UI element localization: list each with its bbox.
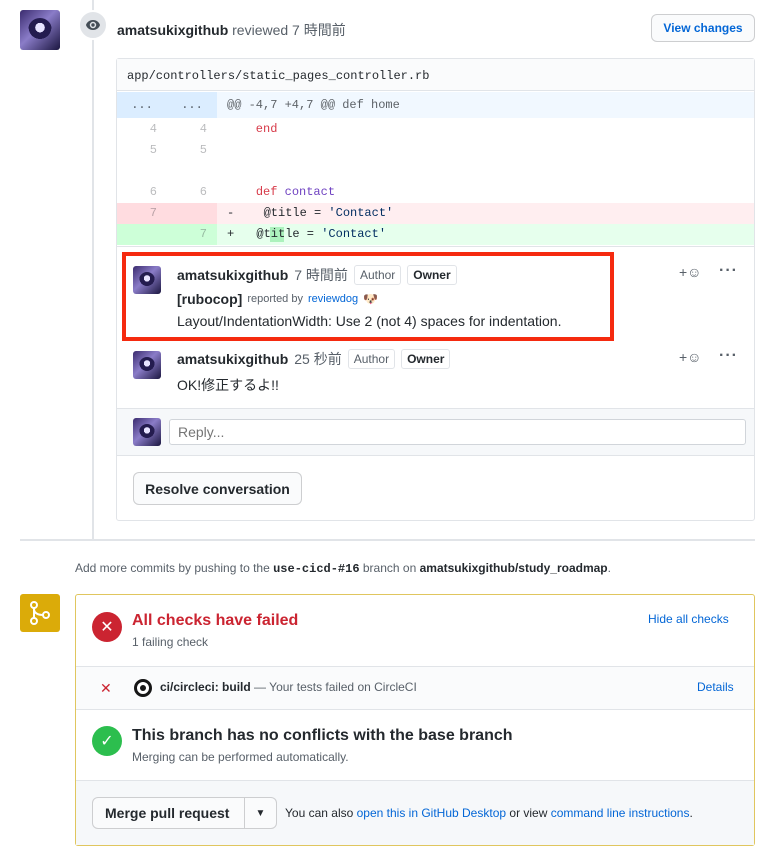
highlight-annotation <box>122 252 614 341</box>
old-line-number[interactable]: 4 <box>117 119 167 140</box>
more-options-icon[interactable]: ··· <box>719 347 738 365</box>
add-reaction-icon[interactable]: +☺ <box>679 264 701 280</box>
author-label: Author <box>347 349 396 369</box>
push-hint: Add more commits by pushing to the use-c… <box>75 561 611 576</box>
diff-line-added: 7 + @title = 'Contact' <box>117 224 754 245</box>
branch-name: use-cicd-#16 <box>273 562 360 576</box>
file-path[interactable]: app/controllers/static_pages_controller.… <box>117 59 754 91</box>
more-options-icon[interactable]: ··· <box>719 262 738 280</box>
old-line-number[interactable]: 5 <box>117 140 167 161</box>
code-line: def contact <box>255 185 336 199</box>
diff-line-deleted: 7 - @title = 'Contact' <box>117 203 754 224</box>
check-description: — Your tests failed on CircleCI <box>254 680 417 694</box>
hunk-header-row: ... ... @@ -4,7 +4,7 @@ def home <box>117 92 754 118</box>
expand-up-button[interactable]: ... <box>117 92 167 118</box>
merge-button-group: Merge pull request ▼ <box>92 797 277 829</box>
code-line: @title = 'Contact' <box>242 206 394 220</box>
reviewer-name[interactable]: amatsukixgithub <box>117 22 228 38</box>
comment-avatar[interactable] <box>133 351 161 379</box>
x-circle-icon: ✕ <box>92 612 122 642</box>
reply-avatar <box>133 418 161 446</box>
github-desktop-link[interactable]: open this in GitHub Desktop <box>357 806 506 820</box>
old-line-number[interactable]: 6 <box>117 182 167 203</box>
conflicts-subtitle: Merging can be performed automatically. <box>132 750 349 764</box>
comment-author[interactable]: amatsukixgithub <box>177 351 288 367</box>
diff-line: 4 4 end <box>117 119 754 140</box>
reviewer-avatar[interactable] <box>20 10 60 50</box>
comment-header: amatsukixgithub 25 秒前 Author Owner <box>177 349 451 369</box>
comment-time[interactable]: 25 秒前 <box>294 349 341 369</box>
check-name: ci/circleci: build <box>160 680 251 694</box>
view-changes-button[interactable]: View changes <box>651 14 755 42</box>
review-header: amatsukixgithub reviewed 7 時間前 <box>117 20 346 40</box>
add-reaction-icon[interactable]: +☺ <box>679 349 701 365</box>
diff-sign: + <box>227 227 235 241</box>
failed-x-icon: ✕ <box>100 680 112 696</box>
new-line-number[interactable]: 6 <box>167 182 217 203</box>
merge-box: ✕ All checks have failed 1 failing check… <box>75 594 755 846</box>
chevron-down-icon[interactable]: ▼ <box>244 798 276 828</box>
hide-all-checks-link[interactable]: Hide all checks <box>648 612 729 626</box>
comment-body: OK!修正するよ!! <box>177 377 279 393</box>
reply-input[interactable] <box>169 419 746 445</box>
merge-pull-request-button[interactable]: Merge pull request <box>93 805 244 821</box>
checks-title: All checks have failed <box>132 612 299 629</box>
diff-line: 6 6 def contact <box>117 182 754 203</box>
code-line: end <box>227 122 278 136</box>
new-line-number[interactable]: 4 <box>167 119 217 140</box>
old-line-number[interactable] <box>117 224 167 245</box>
check-circle-icon: ✓ <box>92 726 122 756</box>
new-line-number[interactable] <box>167 203 217 224</box>
command-line-link[interactable]: command line instructions <box>551 806 690 820</box>
resolve-conversation-button[interactable]: Resolve conversation <box>133 472 302 505</box>
git-merge-icon <box>20 594 60 632</box>
hunk-header-text: @@ -4,7 +4,7 @@ def home <box>227 98 400 112</box>
eye-icon <box>78 10 108 40</box>
details-link[interactable]: Details <box>697 680 734 694</box>
diff-sign: - <box>227 206 235 220</box>
check-name-line: ci/circleci: build — Your tests failed o… <box>160 680 417 694</box>
checks-subtitle: 1 failing check <box>132 635 209 649</box>
circleci-icon <box>134 679 152 697</box>
merge-alternatives: You can also open this in GitHub Desktop… <box>285 806 693 820</box>
review-action: reviewed 7 時間前 <box>232 22 346 38</box>
repo-name: amatsukixgithub/study_roadmap <box>419 561 608 575</box>
old-line-number[interactable]: 7 <box>117 203 167 224</box>
expand-down-button[interactable]: ... <box>167 92 217 118</box>
owner-label: Owner <box>401 349 451 369</box>
new-line-number[interactable]: 7 <box>167 224 217 245</box>
conflicts-title: This branch has no conflicts with the ba… <box>132 727 513 744</box>
new-line-number[interactable]: 5 <box>167 140 217 161</box>
diff-line <box>117 161 754 182</box>
diff-line: 5 5 <box>117 140 754 161</box>
code-line: @title = 'Contact' <box>242 227 387 241</box>
timeline-line <box>92 0 94 540</box>
